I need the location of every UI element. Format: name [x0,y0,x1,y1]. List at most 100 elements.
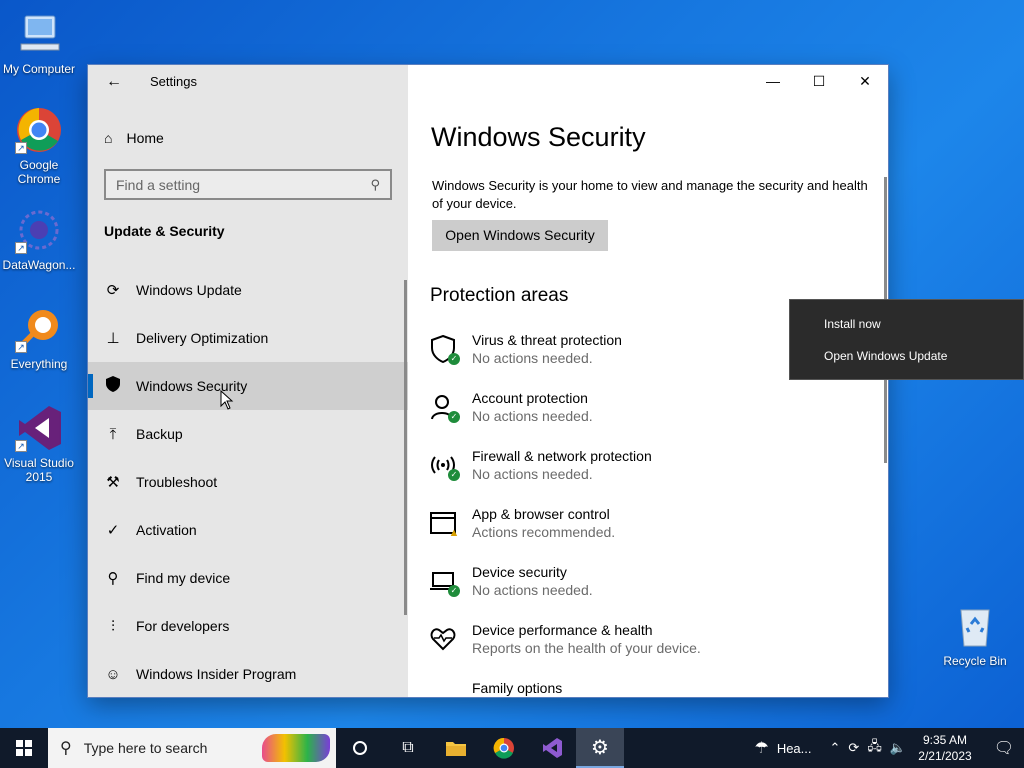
area-title: Firewall & network protection [472,448,652,464]
task-view-button[interactable]: ⧉ [384,728,432,768]
desktop-icon-datawagon[interactable]: ↗ DataWagon... [0,206,78,272]
area-title: Virus & threat protection [472,332,622,348]
heart-pulse-icon [430,625,458,653]
taskbar-visual-studio[interactable] [528,728,576,768]
section-title: Update & Security [104,223,225,239]
area-family-options[interactable]: Family options [430,679,860,697]
clock[interactable]: 9:35 AM 2/21/2023 [914,732,976,764]
minimize-icon[interactable]: — [750,65,796,97]
nav-item-delivery-optimization[interactable]: ⊥ Delivery Optimization [88,314,408,362]
close-icon[interactable]: ✕ [842,65,888,97]
nav-item-windows-security[interactable]: Windows Security [88,362,408,410]
search-placeholder: Find a setting [116,176,201,193]
area-device-security[interactable]: ✓ Device security No actions needed. [430,563,860,621]
nav-item-label: Windows Insider Program [136,666,297,682]
nav-item-windows-insider[interactable]: ☺ Windows Insider Program [88,650,408,697]
visual-studio-icon: ↗ [15,404,63,452]
nav-item-label: Delivery Optimization [136,330,269,346]
task-view-icon: ⧉ [402,739,414,756]
desktop-icon-my-computer[interactable]: My Computer [0,10,78,76]
menu-item-open-windows-update[interactable]: Open Windows Update [790,340,1023,372]
area-status: No actions needed. [472,350,593,366]
nav-item-activation[interactable]: ✓ Activation [88,506,408,554]
shortcut-arrow-icon: ↗ [15,242,27,254]
clock-time: 9:35 AM [922,733,968,747]
person-check-icon: ✓ [430,393,460,423]
window-controls: — ☐ ✕ [750,65,888,97]
nav-home-label: Home [126,130,164,146]
search-highlight-mask-icon [262,734,330,762]
start-button[interactable] [0,728,48,768]
area-title: Device security [472,564,567,580]
chevron-up-icon[interactable]: ⌃ [830,740,841,756]
area-title: App & browser control [472,506,610,522]
nav-item-label: Troubleshoot [136,474,218,490]
shortcut-arrow-icon: ↗ [15,142,27,154]
maximize-icon[interactable]: ☐ [796,65,842,97]
taskbar-search-box[interactable]: ⚲ Type here to search [48,728,336,768]
everything-search-icon: ↗ [15,305,63,353]
gear-icon: ⚙ [591,736,609,759]
taskbar-settings[interactable]: ⚙ [576,728,624,768]
page-title: Windows Security [431,122,646,152]
taskbar: ⚲ Type here to search ⧉ ⚙ ☂ Hea... ⌃ ⟳ 🖧… [0,728,1024,768]
menu-item-install-now[interactable]: Install now [790,308,1023,340]
search-icon[interactable]: ⚲ [370,177,380,193]
desktop-icon-label: Visual Studio 2015 [4,456,74,484]
laptop-check-icon: ✓ [430,567,460,597]
desktop-icon-google-chrome[interactable]: ↗ Google Chrome [0,106,78,186]
nav-home[interactable]: ⌂ Home [104,128,164,148]
taskbar-chrome[interactable] [480,728,528,768]
taskbar-file-explorer[interactable] [432,728,480,768]
nav-item-label: Windows Update [136,282,242,298]
volume-icon[interactable]: 🔈 [890,740,906,756]
area-firewall-network[interactable]: ✓ Firewall & network protection No actio… [430,447,860,505]
title-bar: ← Settings [88,65,408,97]
area-title: Device performance & health [472,622,653,638]
refresh-icon: ⟳ [106,282,120,299]
nav-scrollbar[interactable] [404,280,407,615]
folder-icon [446,742,466,756]
find-setting-input[interactable]: Find a setting ⚲ [104,169,392,200]
visual-studio-icon [543,738,562,758]
protection-areas-title: Protection areas [430,285,569,306]
desktop-icon-label: My Computer [2,62,76,76]
nav-item-troubleshoot[interactable]: ⚒ Troubleshoot [88,458,408,506]
area-account-protection[interactable]: ✓ Account protection No actions needed. [430,389,860,447]
tray-context-menu: Install now Open Windows Update [789,299,1024,380]
shortcut-arrow-icon: ↗ [15,440,27,452]
nav-list: ⟳ Windows Update ⊥ Delivery Optimization… [88,266,408,697]
wrench-icon: ⚒ [106,474,120,491]
cortana-button[interactable] [336,728,384,768]
notification-center-icon[interactable]: 🗨 [984,738,1024,758]
settings-nav-pane: ← Settings ⌂ Home Find a setting ⚲ Updat… [88,65,408,697]
home-icon: ⌂ [104,130,113,146]
weather-umbrella-icon[interactable]: ☂ [754,738,768,758]
area-device-performance[interactable]: Device performance & health Reports on t… [430,621,860,679]
back-arrow-icon[interactable]: ← [106,73,122,91]
desktop-icon-label: Everything [10,357,68,371]
network-icon[interactable]: 🖧 [867,737,882,759]
area-title: Family options [472,680,563,696]
browser-warning-icon: ▲ [430,509,459,539]
weather-label[interactable]: Hea... [777,741,812,756]
chrome-icon: ↗ [15,106,63,154]
nav-item-find-my-device[interactable]: ⚲ Find my device [88,554,408,602]
nav-item-backup[interactable]: ⤒ Backup [88,410,408,458]
area-status: No actions needed. [472,408,593,424]
taskbar-search-placeholder: Type here to search [83,740,208,756]
backup-icon: ⤒ [109,425,117,443]
open-windows-security-button[interactable]: Open Windows Security [432,220,608,251]
windows-update-tray-icon[interactable]: ⟳ [848,740,859,756]
family-icon [430,683,458,697]
nav-item-windows-update[interactable]: ⟳ Windows Update [88,266,408,314]
area-app-browser-control[interactable]: ▲ App & browser control Actions recommen… [430,505,860,563]
nav-item-for-developers[interactable]: ⫶ For developers [88,602,408,650]
desktop-icon-recycle-bin[interactable]: Recycle Bin [936,602,1014,668]
desktop-icon-visual-studio[interactable]: ↗ Visual Studio 2015 [0,404,78,484]
ok-badge-icon: ✓ [448,411,460,423]
cortana-circle-icon [353,741,367,755]
nav-item-label: Activation [136,522,197,538]
area-title: Account protection [472,390,588,406]
desktop-icon-everything[interactable]: ↗ Everything [0,305,78,371]
